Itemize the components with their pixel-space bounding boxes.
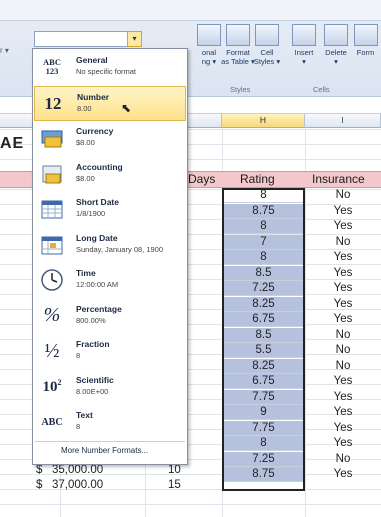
format-item-name: Long Date <box>76 232 118 243</box>
fraction-icon: ½ <box>44 339 60 362</box>
column-header-h[interactable]: H <box>222 114 305 128</box>
insert-button[interactable]: Insert ▾ <box>287 24 321 66</box>
insurance-cell[interactable]: Yes <box>305 266 381 281</box>
selected-range-border <box>222 188 305 491</box>
format-item-name: Scientific <box>76 374 114 385</box>
sheet-title-fragment: AE <box>0 135 25 152</box>
format-item-time[interactable]: Time 12:00:00 AM <box>34 263 186 298</box>
insert-cells-icon <box>292 24 316 46</box>
number-format-combobox[interactable]: ▾ <box>34 31 142 47</box>
format-item-sample: 8 <box>76 351 81 360</box>
format-cells-icon <box>353 24 378 46</box>
format-item-fraction[interactable]: ½ Fraction 8 <box>34 334 186 369</box>
format-item-sample: $8.00 <box>76 173 95 183</box>
percentage-icon: % <box>43 304 61 326</box>
delete-cells-icon <box>324 24 348 46</box>
conditional-formatting-icon <box>197 24 221 46</box>
short-date-icon <box>39 196 65 222</box>
group-label-cells: Cells <box>313 85 330 94</box>
insurance-cell[interactable]: Yes <box>305 281 381 296</box>
insurance-cell[interactable]: Yes <box>305 374 381 389</box>
ribbon-left-caption: r ▾ <box>0 46 9 55</box>
chevron-down-icon: ▾ <box>132 34 137 43</box>
insurance-cell[interactable]: Yes <box>305 312 381 327</box>
insurance-cell[interactable]: Yes <box>305 421 381 436</box>
time-icon <box>39 267 65 293</box>
insurance-cell[interactable]: No <box>305 188 381 203</box>
insurance-cell[interactable]: Yes <box>305 467 381 482</box>
insurance-cell[interactable]: No <box>305 359 381 374</box>
format-item-long-date[interactable]: Long Date Sunday, January 08, 1900 <box>34 228 186 263</box>
currency-symbol-cell[interactable]: $ <box>36 478 42 493</box>
format-item-name: Text <box>76 410 93 420</box>
format-item-name: Percentage <box>76 303 122 314</box>
currency-symbol-cell[interactable]: $ <box>36 463 42 478</box>
delete-button[interactable]: Delete ▾ <box>319 24 353 66</box>
text-icon: ABC <box>41 416 63 428</box>
grid-line <box>0 504 381 505</box>
format-item-scientific[interactable]: 102 Scientific 8.00E+00 <box>34 370 186 405</box>
number-format-dropdown-button[interactable]: ▾ <box>127 31 142 47</box>
insurance-cell[interactable]: Yes <box>305 219 381 234</box>
format-item-name: General <box>76 55 108 65</box>
format-item-text[interactable]: ABC Text 8 <box>34 405 186 440</box>
header-days: Days <box>188 172 216 186</box>
format-item-sample: 8 <box>76 422 81 431</box>
insurance-cell[interactable]: No <box>305 343 381 358</box>
format-item-sample: No specific format <box>76 67 137 76</box>
insurance-cell[interactable]: Yes <box>305 390 381 405</box>
general-icon: ABC 123 <box>43 57 61 76</box>
days-cell[interactable]: 10 <box>168 463 181 478</box>
insurance-cell[interactable]: No <box>305 452 381 467</box>
format-item-sample: Sunday, January 08, 1900 <box>76 244 164 254</box>
format-item-name: Number <box>77 91 110 102</box>
insurance-cell[interactable]: No <box>305 328 381 343</box>
format-item-name: Currency <box>76 126 114 136</box>
accounting-icon <box>39 161 65 187</box>
format-item-percentage[interactable]: % Percentage 800.00% <box>34 299 186 334</box>
long-date-icon <box>39 232 65 258</box>
more-number-formats-item[interactable]: More Number Formats... <box>61 446 148 455</box>
format-item-number[interactable]: 12 Number 8.00 <box>34 85 186 121</box>
insurance-cell[interactable]: Yes <box>305 204 381 219</box>
group-label-styles: Styles <box>230 85 251 94</box>
format-item-sample: 1/8/1900 <box>76 209 106 218</box>
header-insurance: Insurance <box>312 172 365 186</box>
currency-icon <box>39 125 65 151</box>
format-item-name: Short Date <box>76 197 119 207</box>
scientific-icon: 102 <box>42 377 62 395</box>
format-item-sample: $8.00 <box>76 138 95 147</box>
insurance-cell[interactable]: Yes <box>305 405 381 420</box>
format-item-general[interactable]: ABC 123 General No specific format <box>34 50 186 85</box>
format-item-name: Accounting <box>76 161 123 172</box>
format-item-sample: 8.00E+00 <box>76 386 109 396</box>
insurance-cell[interactable]: Yes <box>305 436 381 451</box>
insurance-cell[interactable]: No <box>305 235 381 250</box>
format-as-table-icon <box>226 24 250 46</box>
format-item-name: Time <box>76 268 96 278</box>
amount-cell[interactable]: 37,000.00 <box>52 478 103 493</box>
column-header-i[interactable]: I <box>305 114 381 128</box>
insurance-cell[interactable]: Yes <box>305 297 381 312</box>
format-button[interactable]: Form <box>350 24 381 57</box>
format-item-sample: 12:00:00 AM <box>76 280 119 289</box>
cell-styles-button[interactable]: Cell Styles ▾ <box>250 24 284 66</box>
amount-cell[interactable]: 35,000.00 <box>52 463 103 478</box>
header-rating: Rating <box>240 172 275 186</box>
format-item-sample: 800.00% <box>76 315 106 325</box>
number-icon: 12 <box>44 93 62 113</box>
format-item-accounting[interactable]: Accounting $8.00 <box>34 157 186 192</box>
format-item-name: Fraction <box>76 339 110 349</box>
menu-separator <box>35 441 185 442</box>
cell-styles-icon <box>255 24 279 46</box>
format-item-sample: 8.00 <box>77 103 92 113</box>
days-cell[interactable]: 15 <box>168 478 181 493</box>
format-item-short-date[interactable]: Short Date 1/8/1900 <box>34 192 186 227</box>
ribbon-tab-strip <box>0 0 381 21</box>
number-format-menu: ABC Text 8 102 Scientific 8.00E+00 ½ Fraction 8%… <box>32 48 188 465</box>
format-item-currency[interactable]: Currency $8.00 <box>34 121 186 156</box>
insurance-cell[interactable]: Yes <box>305 250 381 265</box>
mouse-pointer-icon: ⬉ <box>121 101 132 115</box>
